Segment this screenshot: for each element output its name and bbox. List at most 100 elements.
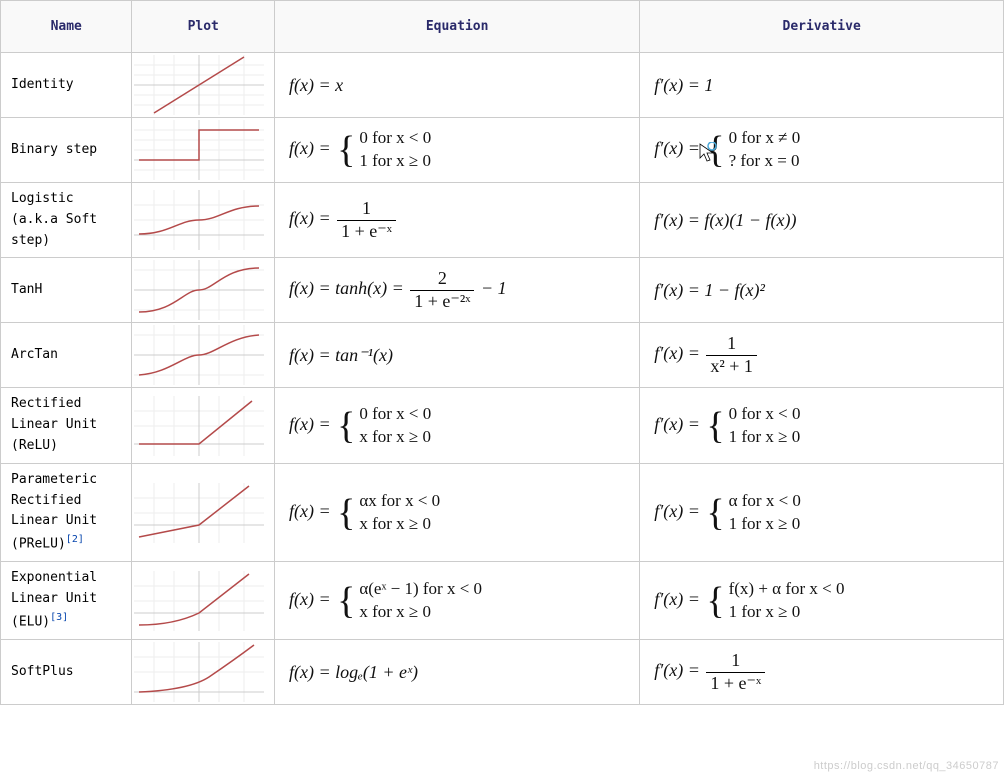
row-prelu: Parameteric Rectified Linear Unit (PReLU…	[1, 463, 1004, 562]
derivative-elu: f′(x) = { f(x) + α for x < 0 1 for x ≥ 0	[640, 562, 1004, 640]
eq-case-1: 0 for x < 0	[359, 128, 431, 147]
name-line: Parameteric	[11, 472, 97, 487]
derivative-tanh: f′(x) = 1 − f(x)²	[640, 258, 1004, 323]
eq-brace-block: { 0 for x < 0 1 for x ≥ 0	[335, 127, 431, 173]
plot-binary-step-svg	[134, 120, 264, 180]
row-logistic: Logistic (a.k.a Soft step) f(x) = 1 1 + …	[1, 183, 1004, 258]
plot-tanh	[132, 258, 275, 323]
name-binary-step: Binary step	[1, 118, 132, 183]
name-line: Rectified	[11, 493, 81, 508]
brace-icon: {	[337, 582, 355, 620]
eq-prefix: f(x) =	[289, 138, 335, 158]
der-num: 1	[706, 650, 765, 673]
equation-arctan: f(x) = tan⁻¹(x)	[274, 323, 639, 388]
equation-elu: f(x) = { α(eˣ − 1) for x < 0 x for x ≥ 0	[274, 562, 639, 640]
eq-case-1: α(eˣ − 1) for x < 0	[359, 579, 482, 598]
der-prefix: f′(x) =	[654, 414, 704, 434]
brace-icon: {	[337, 407, 355, 445]
eq-num: 1	[337, 198, 396, 221]
der-case-1: 0 for x < 0	[729, 404, 801, 423]
eq-case-2: x for x ≥ 0	[359, 602, 431, 621]
eq-case-2: x for x ≥ 0	[359, 427, 431, 446]
brace-icon: {	[706, 407, 724, 445]
row-binary-step: Binary step f(x) = { 0 for x < 0	[1, 118, 1004, 183]
header-derivative: Derivative	[640, 1, 1004, 53]
plot-logistic	[132, 183, 275, 258]
eq-prefix: f(x) = tanh(x) =	[289, 279, 408, 299]
watermark-text: https://blog.csdn.net/qq_34650787	[814, 760, 999, 772]
eq-text: f(x) = tan⁻¹(x)	[289, 345, 393, 365]
eq-text: f(x) = logₑ(1 + eˣ)	[289, 662, 418, 682]
plot-identity	[132, 53, 275, 118]
eq-den: 1 + e⁻ˣ	[337, 221, 396, 243]
row-tanh: TanH f(x) = tanh(x) = 2 1 + e⁻²ˣ − 1 f′(…	[1, 258, 1004, 323]
derivative-identity: f′(x) = 1	[640, 53, 1004, 118]
plot-arctan	[132, 323, 275, 388]
derivative-logistic: f′(x) = f(x)(1 − f(x))	[640, 183, 1004, 258]
eq-case-1: 0 for x < 0	[359, 404, 431, 423]
eq-num: 2	[410, 268, 474, 291]
plot-arctan-svg	[134, 325, 264, 385]
eq-prefix: f(x) =	[289, 414, 335, 434]
equation-tanh: f(x) = tanh(x) = 2 1 + e⁻²ˣ − 1	[274, 258, 639, 323]
equation-prelu: f(x) = { αx for x < 0 x for x ≥ 0	[274, 463, 639, 562]
der-brace-block: { 0 for x ≠ 0 ? for x = 0	[704, 127, 800, 173]
eq-case-2: 1 for x ≥ 0	[359, 151, 431, 170]
der-case-2: 1 for x ≥ 0	[729, 427, 801, 446]
equation-identity: f(x) = x	[274, 53, 639, 118]
equation-relu: f(x) = { 0 for x < 0 x for x ≥ 0	[274, 388, 639, 463]
plot-tanh-svg	[134, 260, 264, 320]
der-num: 1	[706, 333, 757, 356]
plot-binary-step	[132, 118, 275, 183]
der-text: f′(x) = f(x)(1 − f(x))	[654, 210, 796, 230]
derivative-softplus: f′(x) = 1 1 + e⁻ˣ	[640, 640, 1004, 705]
brace-icon: {	[706, 582, 724, 620]
eq-fraction: 2 1 + e⁻²ˣ	[410, 268, 474, 312]
reference-link[interactable]: [3]	[50, 612, 68, 623]
name-line: Linear Unit	[11, 591, 97, 606]
eq-prefix: f(x) =	[289, 589, 335, 609]
derivative-prelu: f′(x) = { α for x < 0 1 for x ≥ 0	[640, 463, 1004, 562]
eq-prefix: f(x) =	[289, 501, 335, 521]
equation-softplus: f(x) = logₑ(1 + eˣ)	[274, 640, 639, 705]
derivative-binary-step: f′(x) = { 0 for x ≠ 0 ? for x = 0	[640, 118, 1004, 183]
reference-link[interactable]: [2]	[66, 534, 84, 545]
header-equation: Equation	[274, 1, 639, 53]
equation-binary-step: f(x) = { 0 for x < 0 1 for x ≥ 0	[274, 118, 639, 183]
plot-relu	[132, 388, 275, 463]
derivative-relu: f′(x) = { 0 for x < 0 1 for x ≥ 0	[640, 388, 1004, 463]
der-case-1: 0 for x ≠ 0	[729, 128, 801, 147]
header-name: Name	[1, 1, 132, 53]
eq-case-1: αx for x < 0	[359, 491, 440, 510]
der-text: f′(x) = 1 − f(x)²	[654, 280, 765, 300]
plot-softplus	[132, 640, 275, 705]
name-relu: Rectified Linear Unit (ReLU)	[1, 388, 132, 463]
row-elu: Exponential Linear Unit (ELU)[3] f(x) = …	[1, 562, 1004, 640]
activation-functions-table: Name Plot Equation Derivative Identity f…	[0, 0, 1004, 705]
brace-icon: {	[706, 494, 724, 532]
name-line: (ELU)	[11, 614, 50, 629]
der-case-1: α for x < 0	[729, 491, 801, 510]
equation-logistic: f(x) = 1 1 + e⁻ˣ	[274, 183, 639, 258]
der-prefix: f′(x) =	[654, 138, 704, 158]
der-case-1: f(x) + α for x < 0	[729, 579, 845, 598]
brace-icon: {	[337, 494, 355, 532]
brace-icon: {	[706, 131, 724, 169]
row-arctan: ArcTan f(x) = tan⁻¹(x) f′(x) = 1 x² + 1	[1, 323, 1004, 388]
header-plot: Plot	[132, 1, 275, 53]
header-row: Name Plot Equation Derivative	[1, 1, 1004, 53]
name-logistic: Logistic (a.k.a Soft step)	[1, 183, 132, 258]
name-line: (PReLU)	[11, 537, 66, 552]
name-prelu: Parameteric Rectified Linear Unit (PReLU…	[1, 463, 132, 562]
plot-prelu	[132, 463, 275, 562]
der-prefix: f′(x) =	[654, 660, 704, 680]
row-relu: Rectified Linear Unit (ReLU) f(x) = { 0 …	[1, 388, 1004, 463]
der-prefix: f′(x) =	[654, 501, 704, 521]
der-case-2: 1 for x ≥ 0	[729, 514, 801, 533]
row-identity: Identity f(x) = x f′(x) = 1	[1, 53, 1004, 118]
derivative-arctan: f′(x) = 1 x² + 1	[640, 323, 1004, 388]
row-softplus: SoftPlus f(x) = logₑ(1 + eˣ) f′(x) = 1 1…	[1, 640, 1004, 705]
name-line: Linear Unit	[11, 513, 97, 528]
der-case-2: ? for x = 0	[729, 151, 800, 170]
plot-identity-svg	[134, 55, 264, 115]
